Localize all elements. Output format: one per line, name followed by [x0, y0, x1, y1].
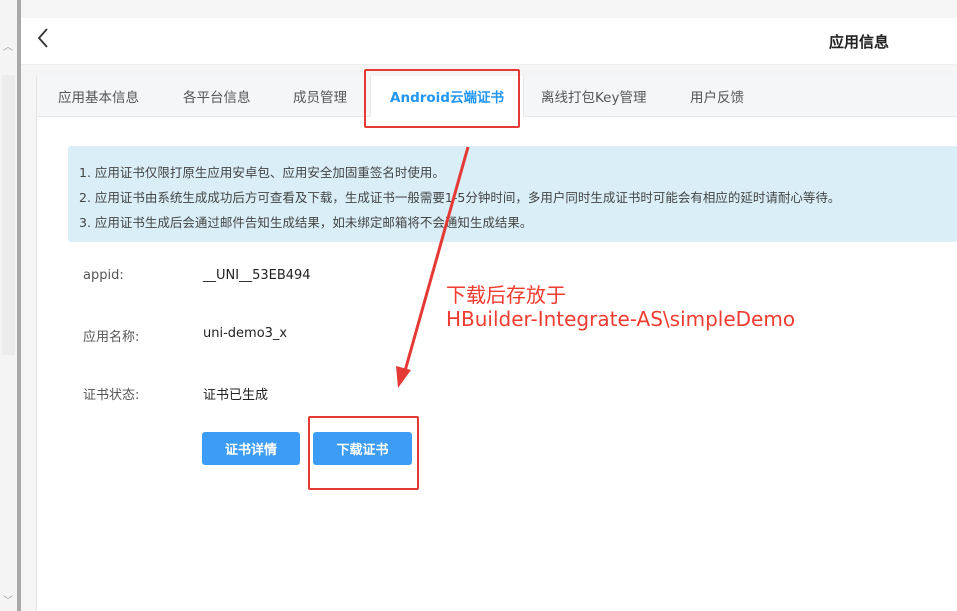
- back-button[interactable]: [31, 24, 55, 52]
- annotation-text: 下载后存放于: [446, 283, 566, 307]
- cert-details-button[interactable]: 证书详情: [202, 432, 300, 465]
- scroll-thumb[interactable]: [2, 75, 15, 355]
- chevron-left-icon: [37, 28, 48, 48]
- tab-android-cert[interactable]: Android云端证书: [370, 76, 524, 117]
- scroll-down-icon[interactable]: ﹀: [3, 592, 13, 607]
- notice-line: 3. 应用证书生成后会通过邮件告知生成结果，如未绑定邮箱将不会通知生成结果。: [79, 215, 533, 230]
- left-scrollbar[interactable]: ︿ ﹀: [0, 0, 18, 611]
- notice-line: 2. 应用证书由系统生成成功后方可查看及下载，生成证书一般需要1-5分钟时间，多…: [79, 190, 841, 205]
- top-bar: 应用信息: [21, 18, 957, 65]
- notice-box: 1. 应用证书仅限打原生应用安卓包、应用安全加固重签名时使用。 2. 应用证书由…: [68, 146, 957, 242]
- tab-platform-info[interactable]: 各平台信息: [183, 76, 251, 116]
- annotation-path: HBuilder-Integrate-AS\simpleDemo: [446, 307, 796, 331]
- appid-label: appid:: [83, 268, 124, 283]
- tab-members[interactable]: 成员管理: [293, 76, 347, 116]
- scroll-up-icon[interactable]: ︿: [3, 38, 13, 53]
- appid-value: __UNI__53EB494: [203, 268, 311, 283]
- app-name-value: uni-demo3_x: [203, 326, 288, 341]
- tab-bar: 应用基本信息 各平台信息 成员管理 Android云端证书 离线打包Key管理 …: [37, 76, 957, 117]
- app-name-label: 应用名称:: [83, 330, 140, 345]
- tab-offline-key[interactable]: 离线打包Key管理: [541, 76, 646, 116]
- page-title: 应用信息: [828, 33, 889, 51]
- notice-line: 1. 应用证书仅限打原生应用安卓包、应用安全加固重签名时使用。: [79, 165, 445, 180]
- tab-basic-info[interactable]: 应用基本信息: [58, 76, 139, 116]
- cert-status-value: 证书已生成: [203, 388, 269, 403]
- content-card: 应用基本信息 各平台信息 成员管理 Android云端证书 离线打包Key管理 …: [36, 76, 957, 611]
- download-cert-button[interactable]: 下载证书: [313, 432, 412, 465]
- cert-status-label: 证书状态:: [83, 388, 140, 403]
- tab-feedback[interactable]: 用户反馈: [690, 76, 744, 116]
